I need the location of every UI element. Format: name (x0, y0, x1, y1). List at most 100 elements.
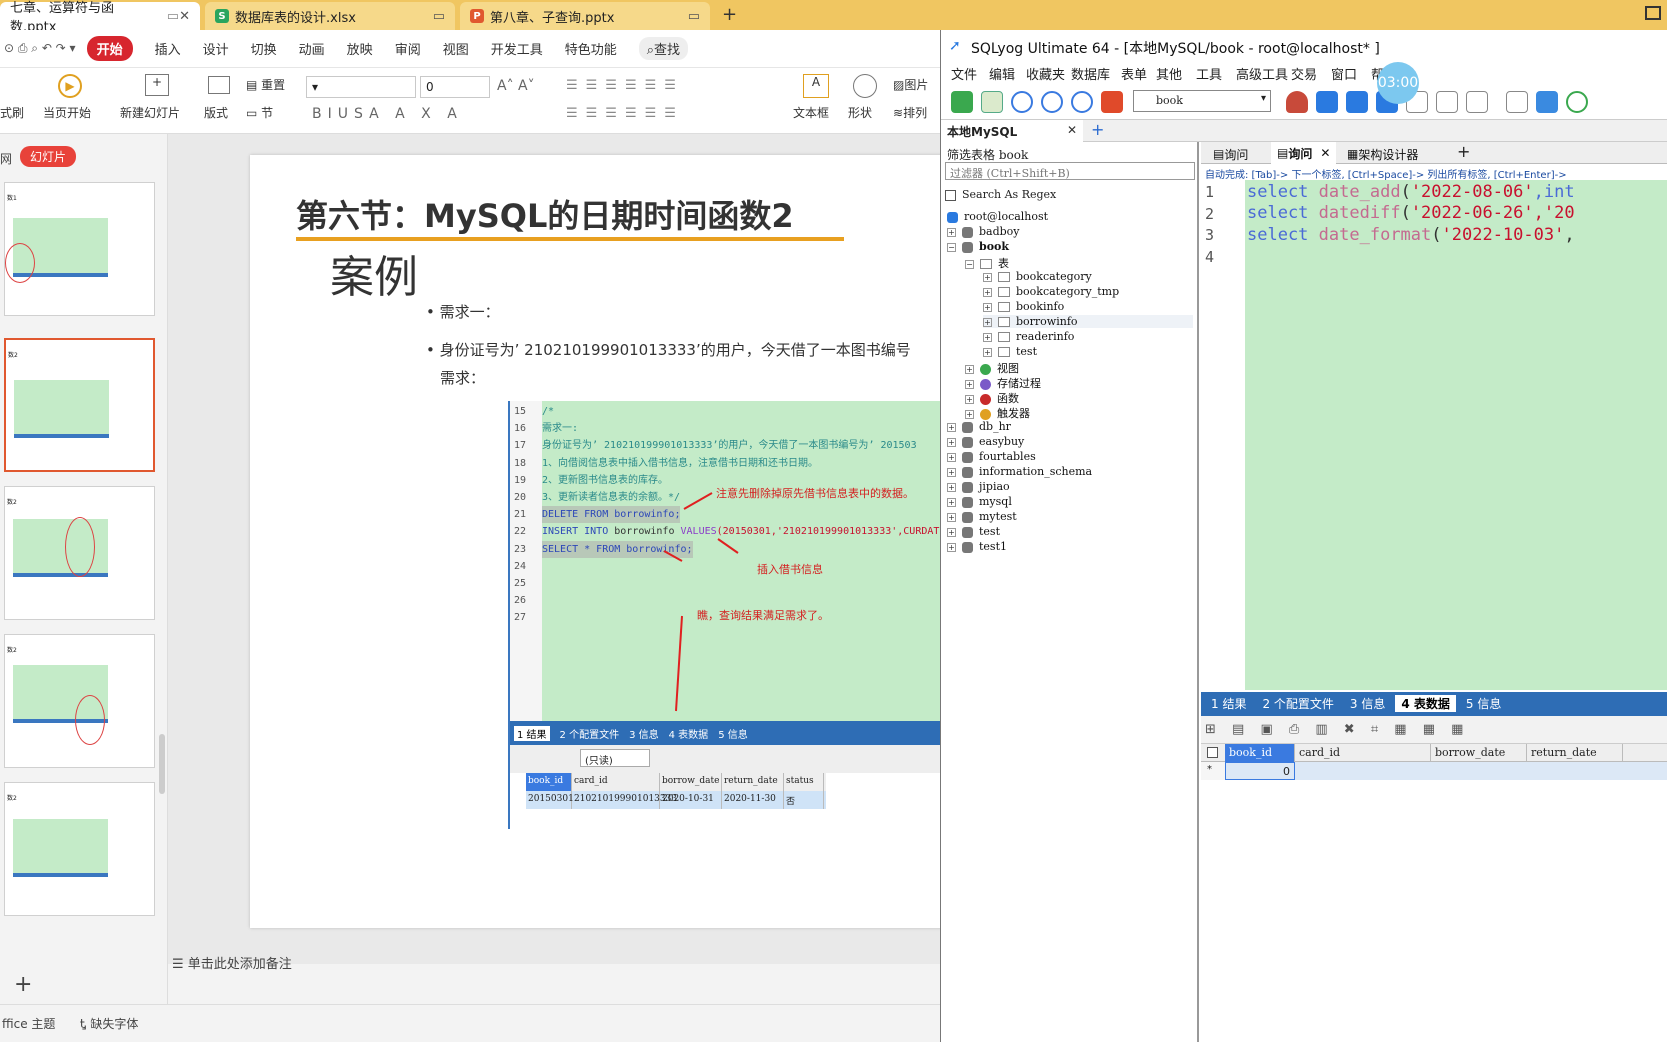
menu-tab-insert[interactable]: 插入 (155, 39, 181, 58)
menu-tab-developer[interactable]: 开发工具 (491, 39, 543, 58)
shape-button[interactable]: 形状 (848, 104, 872, 121)
menu-tab-transition[interactable]: 切换 (251, 39, 277, 58)
database-select[interactable]: book ▾ (1133, 90, 1271, 112)
tree-table-item[interactable]: + bookcategory_tmp (983, 285, 1119, 298)
add-query-tab-icon[interactable]: + (1457, 142, 1470, 161)
result-data-row[interactable]: 20150301 210210199901013333 2020-10-31 2020… (526, 791, 826, 809)
connect-icon[interactable] (951, 91, 973, 113)
sqlyog-menu-item[interactable]: 工具 (1196, 64, 1222, 83)
result-tab[interactable]: 5 信息 (718, 726, 748, 741)
user-manager-icon[interactable] (1286, 91, 1308, 113)
expand-icon[interactable]: + (947, 227, 956, 237)
notes-placeholder[interactable]: ☰ 单击此处添加备注 (172, 953, 292, 972)
report-icon[interactable] (1506, 91, 1528, 113)
add-slide-icon[interactable]: + (14, 972, 32, 997)
menu-tab-slideshow[interactable]: 放映 (347, 39, 373, 58)
missing-font-button[interactable]: Ꮏ 缺失字体 (80, 1015, 138, 1032)
font-style-icons[interactable]: BIUSA A X A (312, 106, 463, 122)
pin-icon[interactable]: ▭ (167, 9, 179, 24)
alter-db-icon[interactable] (1346, 91, 1368, 113)
tree-db-item[interactable]: + db_hr (947, 420, 1011, 433)
outline-tab[interactable]: 网 (0, 150, 12, 167)
font-name-select[interactable]: ▾ (306, 76, 416, 98)
tree-tables-folder[interactable]: − 表 (965, 255, 1009, 271)
tree-db-item[interactable]: + mysql (947, 495, 1012, 508)
sqlyog-menu-item[interactable]: 高级工具 (1236, 64, 1288, 83)
expand-icon[interactable]: + (947, 467, 956, 477)
tree-node-item[interactable]: + 触发器 (965, 405, 1030, 421)
pin-icon[interactable]: ▭ (688, 9, 700, 24)
reset-button[interactable]: ▤ 重置 (246, 76, 285, 93)
sqlyog-menu-item[interactable]: 其他 (1156, 64, 1182, 83)
collapse-icon[interactable]: − (965, 259, 974, 269)
textbox-button[interactable]: 文本框 (793, 104, 829, 121)
result-tab[interactable]: 4 表数据 (669, 726, 709, 741)
expand-icon[interactable]: + (947, 497, 956, 507)
shape-icon[interactable] (853, 74, 877, 98)
tree-node-item[interactable]: + 视图 (965, 360, 1019, 376)
sqlyog-menu-item[interactable]: 窗口 (1331, 64, 1357, 83)
expand-icon[interactable]: + (947, 527, 956, 537)
expand-icon[interactable]: + (983, 347, 992, 357)
sqlyog-menu-item[interactable]: 编辑 (989, 64, 1015, 83)
expand-icon[interactable]: + (947, 452, 956, 462)
slide-thumb-4[interactable]: 数2 (4, 634, 155, 768)
result-cell[interactable]: 2020-11-30 (722, 791, 784, 809)
expand-icon[interactable]: + (983, 302, 992, 312)
execute-edit-icon[interactable] (1071, 91, 1093, 113)
grid-new-row[interactable]: * 0 (1201, 762, 1667, 780)
expand-icon[interactable]: + (983, 332, 992, 342)
expand-icon[interactable]: + (965, 409, 974, 419)
expand-icon[interactable]: + (947, 542, 956, 552)
sqlyog-menu-item[interactable]: 表单 (1121, 64, 1147, 83)
result-col-header[interactable]: card_id (572, 773, 660, 791)
new-query-icon[interactable] (981, 91, 1003, 113)
expand-icon[interactable]: + (983, 287, 992, 297)
result-col-header[interactable]: book_id (526, 773, 572, 791)
result-col-header[interactable]: status (784, 773, 824, 791)
picture-button[interactable]: ▨图片 (893, 76, 928, 93)
grid-col-header[interactable]: borrow_date (1431, 744, 1527, 762)
expand-icon[interactable]: + (947, 437, 956, 447)
arrange-button[interactable]: ≋排列 (893, 104, 927, 121)
slide-thumb-3[interactable]: 数2 (4, 486, 155, 620)
sqlyog-menu-item[interactable]: 交易 (1291, 64, 1317, 83)
select-all-checkbox[interactable] (1207, 747, 1218, 758)
book-id-cell[interactable]: 0 (1225, 762, 1295, 780)
grid-row-cells[interactable] (1295, 762, 1667, 780)
sqlyog-menu-item[interactable]: 文件 (951, 64, 977, 83)
grid-col-header[interactable]: return_date (1527, 744, 1623, 762)
search-button[interactable]: ⌕查找 (638, 37, 689, 60)
tree-table-item[interactable]: + bookinfo (983, 300, 1064, 313)
grid-col-header[interactable]: book_id (1225, 744, 1295, 762)
result-cell[interactable]: 20150301 (526, 791, 574, 809)
menu-tab-animation[interactable]: 动画 (299, 39, 325, 58)
query-tab-1[interactable]: ▤ 询问 (1207, 142, 1254, 166)
ppt-tab-2[interactable]: P 第八章、子查询.pptx ▭ (460, 2, 710, 30)
regex-checkbox[interactable]: Search As Regex (945, 188, 1056, 201)
tree-db-item[interactable]: + jipiao (947, 480, 1010, 493)
menu-tab-view[interactable]: 视图 (443, 39, 469, 58)
close-icon[interactable]: ✕ (1067, 123, 1077, 137)
ppt-tab-1[interactable]: S 数据库表的设计.xlsx ▭ (205, 2, 455, 30)
tree-db-item[interactable]: + fourtables (947, 450, 1036, 463)
tree-db-item[interactable]: + test (947, 525, 1000, 538)
font-grow-icons[interactable]: A˄ A˅ (497, 78, 535, 94)
close-icon[interactable]: ✕ (179, 9, 190, 24)
result-tab[interactable]: 3 信息 (629, 726, 659, 741)
sqlyog-menu-item[interactable]: 数据库 (1071, 64, 1110, 83)
sqlyog-menu-item[interactable]: 收藏夹 (1026, 64, 1065, 83)
slide-thumb-5[interactable]: 数2 (4, 782, 155, 916)
sync-icon[interactable] (1536, 91, 1558, 113)
slide-thumb-1[interactable]: 数1 (4, 182, 155, 316)
tree-root[interactable]: root@localhost (947, 210, 1048, 223)
ppt-tab-0[interactable]: 七章、运算符与函数.pptx ▭ ✕ (0, 1, 200, 35)
connection-tab[interactable]: 本地MySQL ✕ (941, 120, 1083, 142)
tree-db-item[interactable]: + easybuy (947, 435, 1024, 448)
result-cell[interactable]: 2020-10-31 (660, 791, 722, 809)
tree-node-item[interactable]: + 函数 (965, 390, 1019, 406)
panel-scrollbar[interactable] (159, 734, 165, 794)
tree-node-item[interactable]: + 存储过程 (965, 375, 1041, 391)
expand-icon[interactable]: + (965, 379, 974, 389)
section-button[interactable]: ▭ 节 (246, 104, 273, 121)
